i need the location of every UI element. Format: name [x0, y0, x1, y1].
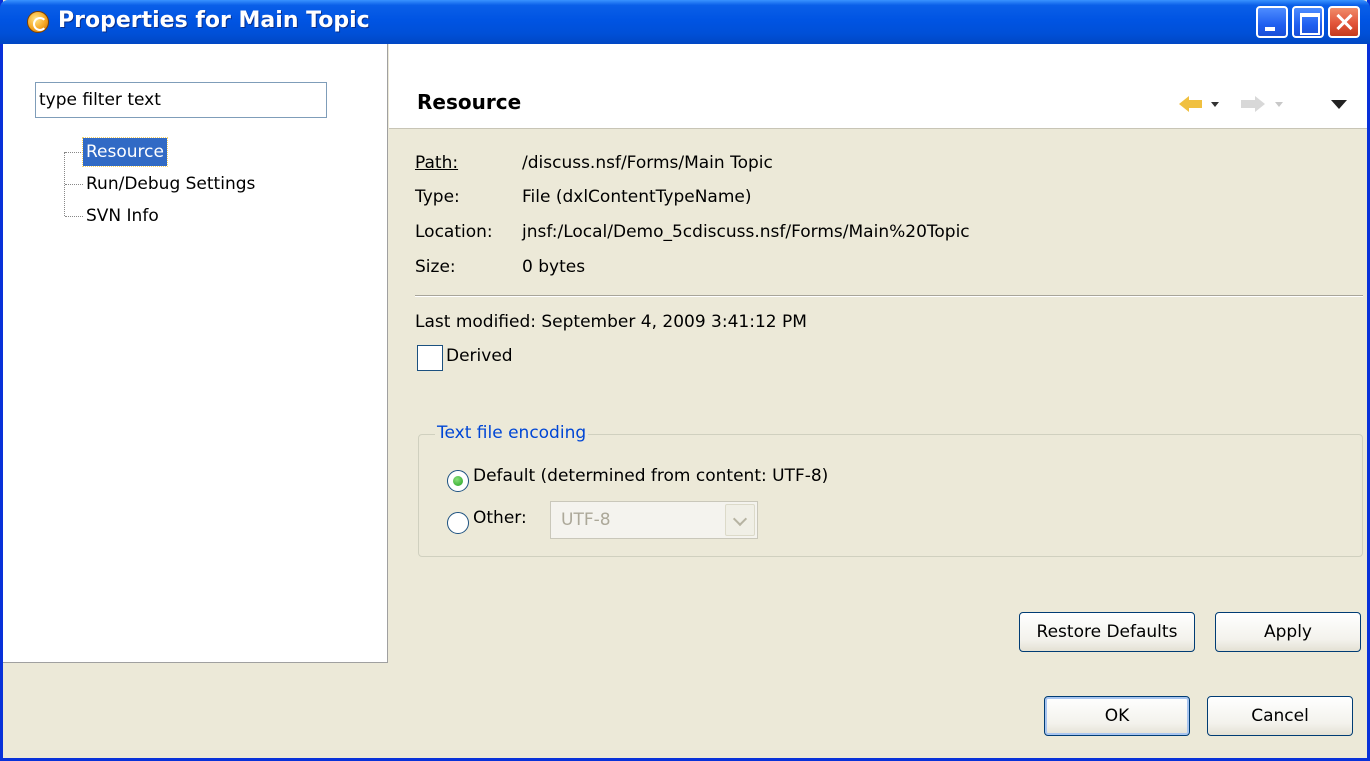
tree-item-resource[interactable]: Resource — [82, 137, 168, 167]
ok-button[interactable]: OK — [1044, 696, 1190, 736]
restore-defaults-button[interactable]: Restore Defaults — [1019, 612, 1195, 652]
last-modified-value: September 4, 2009 3:41:12 PM — [541, 312, 807, 332]
minimize-button[interactable] — [1256, 6, 1288, 38]
size-label: Size: — [415, 257, 456, 277]
text-file-encoding-label: Text file encoding — [435, 423, 589, 443]
type-value: File (dxlContentTypeName) — [522, 187, 752, 207]
derived-checkbox[interactable] — [417, 345, 443, 371]
app-icon — [27, 11, 49, 33]
maximize-button[interactable] — [1292, 6, 1324, 38]
location-value: jnsf:/Local/Demo_5cdiscuss.nsf/Forms/Mai… — [522, 222, 970, 242]
forward-history-dropdown-icon[interactable] — [1275, 102, 1283, 107]
separator — [415, 295, 1363, 297]
tree-item-svn-info[interactable]: SVN Info — [83, 202, 162, 230]
derived-label[interactable]: Derived — [446, 346, 513, 366]
chevron-down-icon[interactable] — [725, 504, 755, 536]
default-encoding-radio[interactable] — [447, 470, 469, 492]
tree-connector-line — [65, 152, 83, 153]
path-label: Path: — [415, 153, 459, 173]
view-menu-icon[interactable] — [1331, 100, 1347, 109]
tree-item-run-debug-settings[interactable]: Run/Debug Settings — [83, 170, 258, 198]
filter-input[interactable] — [35, 82, 327, 118]
page-title: Resource — [417, 90, 522, 114]
last-modified-label: Last modified: — [415, 312, 536, 332]
tree-connector-line — [65, 184, 83, 185]
cancel-button[interactable]: Cancel — [1207, 696, 1353, 736]
encoding-select[interactable]: UTF-8 — [550, 501, 758, 539]
window-title: Properties for Main Topic — [58, 8, 370, 33]
other-encoding-radio[interactable] — [447, 512, 469, 534]
type-label: Type: — [415, 187, 460, 207]
property-page: Resource Path: /discuss.nsf/Forms/Main T… — [389, 44, 1367, 663]
location-label: Location: — [415, 222, 493, 242]
title-bar[interactable]: Properties for Main Topic — [0, 0, 1370, 44]
last-modified: Last modified: September 4, 2009 3:41:12… — [415, 312, 807, 332]
property-page-tree-pane: Resource Run/Debug Settings SVN Info — [3, 44, 388, 663]
properties-dialog: Properties for Main Topic Resource Run/D… — [0, 0, 1370, 761]
apply-button[interactable]: Apply — [1215, 612, 1361, 652]
close-button[interactable] — [1328, 6, 1360, 38]
size-value: 0 bytes — [522, 257, 586, 277]
path-value: /discuss.nsf/Forms/Main Topic — [522, 153, 773, 173]
dialog-button-bar: OK Cancel — [3, 663, 1367, 758]
encoding-select-value: UTF-8 — [561, 510, 611, 530]
other-encoding-label[interactable]: Other: — [473, 508, 527, 528]
default-encoding-label[interactable]: Default (determined from content: UTF-8) — [473, 466, 828, 486]
back-history-dropdown-icon[interactable] — [1211, 102, 1219, 107]
tree-connector-line — [65, 216, 83, 217]
page-header: Resource — [389, 44, 1367, 129]
